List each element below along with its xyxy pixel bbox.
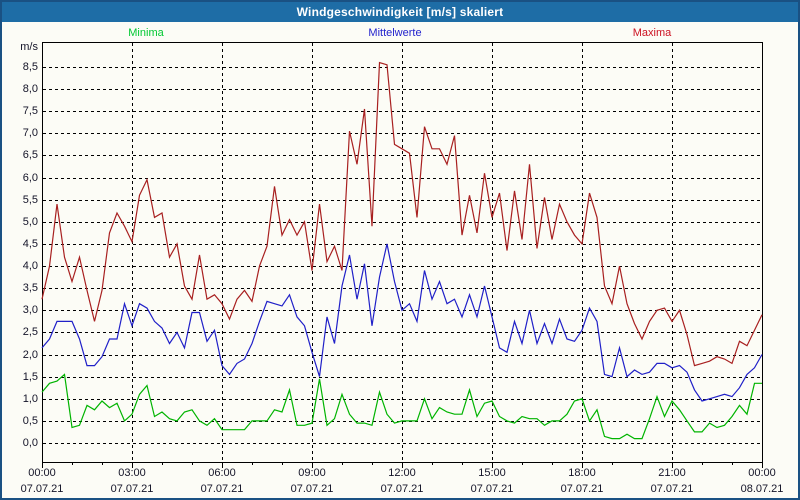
y-axis-label: 3,0: [22, 304, 38, 317]
y-axis-label: 7,0: [22, 127, 38, 140]
y-axis-label: 1,0: [22, 392, 38, 405]
x-axis-date-label: 07.07.21: [470, 483, 514, 495]
x-axis-date-label: 07.07.21: [650, 483, 694, 495]
x-axis-time-label: 21:00: [658, 467, 686, 479]
app-window: Windgeschwindigkeit [m/s] skaliert Minim…: [0, 0, 800, 500]
y-axis-label: 5,5: [22, 193, 38, 206]
x-axis-date-label: 07.07.21: [290, 483, 334, 495]
x-axis-time-label: 15:00: [478, 467, 506, 479]
x-axis-date-label: 07.07.21: [200, 483, 244, 495]
y-axis-label: 6,5: [22, 149, 38, 162]
x-axis-time-label: 18:00: [568, 467, 596, 479]
chart-plot-area: [41, 42, 763, 468]
y-axis-label: 4,0: [22, 260, 38, 273]
y-axis-label: 0,0: [22, 437, 38, 449]
y-axis-label: 4,5: [22, 237, 38, 250]
x-axis-time-label: 03:00: [118, 467, 146, 479]
y-axis-label: 1,5: [22, 370, 38, 383]
x-axis-date-label: 07.07.21: [380, 483, 424, 495]
y-axis-label: 5,0: [22, 215, 38, 228]
y-axis-label: 3,5: [22, 282, 38, 295]
x-axis-date-label: 07.07.21: [20, 483, 64, 495]
y-axis-label: 2,0: [22, 348, 38, 361]
y-axis-label: 8,5: [22, 61, 38, 73]
y-axis-label: 2,5: [22, 326, 38, 339]
y-axis-label: 0,5: [22, 414, 38, 427]
x-axis-date-label: 08.07.21: [740, 483, 784, 495]
x-axis-time-label: 00:00: [748, 467, 776, 479]
x-axis-time-label: 12:00: [388, 467, 416, 479]
y-axis-label: 8,0: [22, 83, 38, 96]
x-axis-date-label: 07.07.21: [110, 483, 154, 495]
y-axis-label: 7,5: [22, 105, 38, 118]
x-axis-date-label: 07.07.21: [560, 483, 604, 495]
x-axis-time-label: 06:00: [208, 467, 236, 479]
x-axis-time-label: 00:00: [28, 467, 56, 479]
y-axis-label: 6,0: [22, 171, 38, 184]
x-axis-time-label: 09:00: [298, 467, 326, 479]
